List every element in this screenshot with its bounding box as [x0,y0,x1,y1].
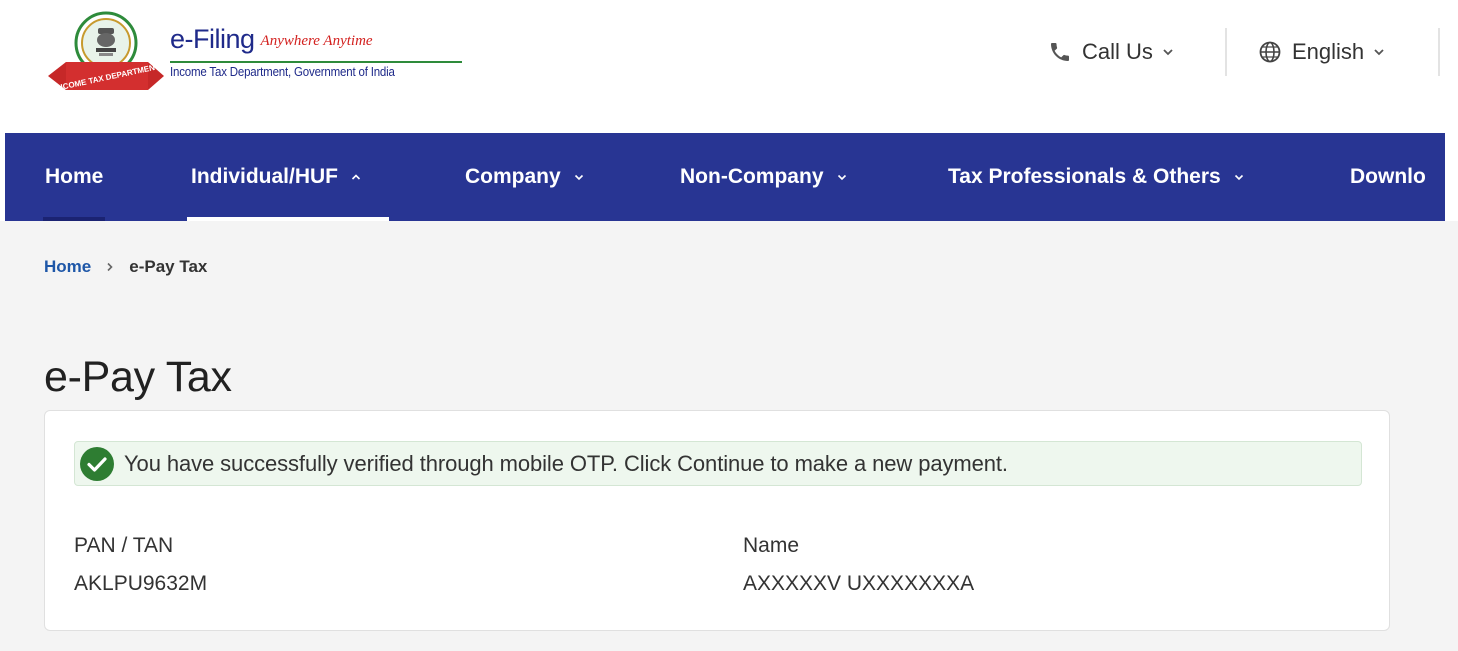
pan-tan-value: AKLPU9632M [74,572,208,595]
breadcrumb: Home e-Pay Tax [44,257,207,277]
name-label: Name [743,534,800,557]
nav-item-label: Non-Company [680,165,824,188]
top-header: INCOME TAX DEPARTMENT e-Filing Anywhere A… [0,0,1458,133]
pan-tan-field: PAN / TAN AKLPU9632M [74,532,207,598]
phone-icon [1048,40,1072,64]
call-us-label: Call Us [1082,39,1153,64]
success-alert: You have successfully verified through m… [74,441,1362,486]
nav-item-downloads[interactable]: Downlo [1350,133,1426,221]
chevron-up-icon [350,171,362,183]
alert-message: You have successfully verified through m… [124,450,1008,476]
chevron-down-icon [1372,45,1386,59]
main-navigation: Home Individual/HUF Company Non-Company … [5,133,1445,221]
nav-item-individual-huf[interactable]: Individual/HUF [187,133,389,221]
nav-item-label: Downlo [1350,165,1426,188]
nav-item-label: Company [465,165,561,188]
nav-item-company[interactable]: Company [465,133,585,221]
chevron-down-icon [1233,171,1245,183]
nav-item-home[interactable]: Home [42,133,106,221]
call-us-button[interactable]: Call Us [1048,34,1175,70]
brand-title: e-Filing [170,24,255,54]
name-value: AXXXXXV UXXXXXXXA [743,572,975,595]
income-tax-emblem-logo[interactable]: INCOME TAX DEPARTMENT [44,10,164,93]
chevron-right-icon [105,261,115,273]
nav-item-label: Individual/HUF [191,165,338,188]
check-circle-icon [78,445,116,483]
chevron-down-icon [836,171,848,183]
emblem-icon: INCOME TAX DEPARTMENT [48,11,164,93]
brand-block[interactable]: e-Filing Anywhere Anytime Income Tax Depa… [170,24,470,79]
brand-divider [170,61,462,63]
main-content: Home e-Pay Tax e-Pay Tax You have succes… [0,221,1458,651]
breadcrumb-current: e-Pay Tax [129,257,208,276]
chevron-down-icon [1161,45,1175,59]
page-title: e-Pay Tax [44,353,232,401]
breadcrumb-home-link[interactable]: Home [44,257,91,277]
header-divider [1438,28,1440,76]
nav-item-non-company[interactable]: Non-Company [680,133,848,221]
header-divider [1225,28,1227,76]
chevron-down-icon [573,171,585,183]
brand-subtitle: Income Tax Department, Government of Ind… [170,65,395,79]
name-field: Name AXXXXXV UXXXXXXXA [743,532,974,598]
nav-item-label: Tax Professionals & Others [948,165,1221,188]
language-label: English [1292,39,1365,64]
nav-item-tax-professionals[interactable]: Tax Professionals & Others [948,133,1245,221]
brand-tagline: Anywhere Anytime [260,33,373,49]
language-selector[interactable]: English [1258,34,1386,70]
nav-item-label: Home [45,165,104,188]
pan-tan-label: PAN / TAN [74,534,174,557]
globe-icon [1258,40,1282,64]
payment-details-card: You have successfully verified through m… [44,410,1390,631]
